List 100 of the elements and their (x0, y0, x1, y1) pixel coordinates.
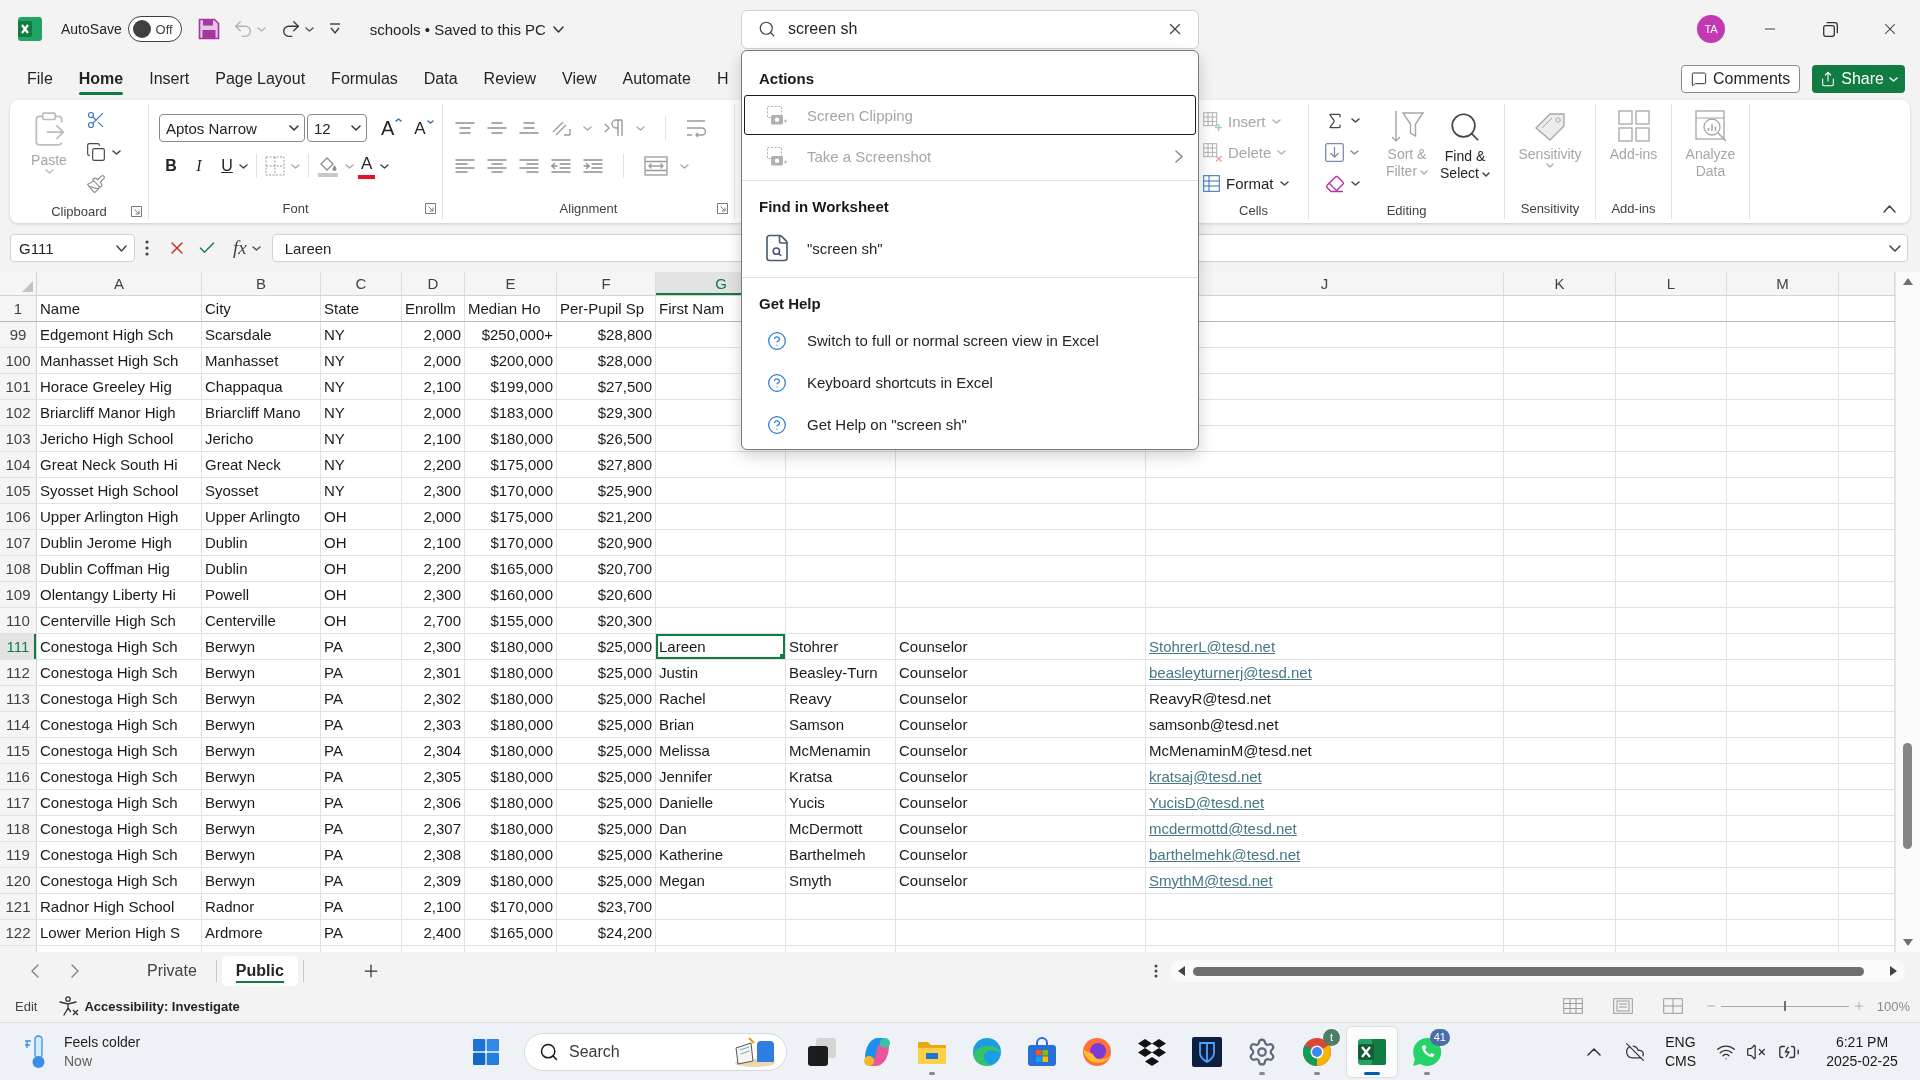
sheet-cell: OH (321, 504, 402, 529)
sheet-cell: PA (321, 660, 402, 685)
sheet-cell: Berwyn (202, 634, 321, 659)
sheet-cell: NY (321, 452, 402, 477)
sheet-cell: Katherine (656, 842, 786, 867)
sheet-cell: 2,400 (402, 920, 465, 945)
sheet-cell: $165,000 (465, 556, 557, 581)
sheet-cell: Danielle (656, 790, 786, 815)
sheet-cell: Edgemont High Sch (37, 322, 202, 347)
sheet-cell: McMenamin (786, 738, 896, 763)
sheet-cell: $25,000 (557, 790, 656, 815)
sheet-cell: ReavyR@tesd.net (1146, 686, 1504, 711)
sheet-cell: Conestoga High Sch (37, 712, 202, 737)
sheet-cell: Conestoga High Sch (37, 660, 202, 685)
sheet-cell: Horace Greeley Hig (37, 374, 202, 399)
sheet-cell: NY (321, 322, 402, 347)
sheet-cell: $175,000 (465, 504, 557, 529)
sheet-cell: State (321, 296, 402, 321)
sheet-cell: $200,000 (465, 348, 557, 373)
sheet-cell: McMenaminM@tesd.net (1146, 738, 1504, 763)
sheet-cell: $25,000 (557, 842, 656, 867)
sheet-cell: 2,100 (402, 530, 465, 555)
group-label: Cells (1239, 202, 1268, 218)
sheet-cell: Berwyn (202, 868, 321, 893)
sheet-cell: Berwyn (202, 790, 321, 815)
sheet-cell: Manhasset (202, 348, 321, 373)
sheet-cell: NY (321, 348, 402, 373)
sheet-cell: $180,000 (465, 426, 557, 451)
sheet-cell: $26,500 (557, 426, 656, 451)
sheet-cell: Counselor (896, 842, 1146, 867)
group-label: Sensitivity (1520, 200, 1580, 216)
sheet-cell: $25,000 (557, 764, 656, 789)
sheet-cell: 2,100 (402, 426, 465, 451)
sheet-cell: $180,000 (465, 816, 557, 841)
sheet-cell: Conestoga High Sch (37, 816, 202, 841)
sheet-cell: Berwyn (202, 842, 321, 867)
sheet-cell: PA (321, 868, 402, 893)
sheet-cell: $170,000 (465, 478, 557, 503)
sheet-cell: Justin (656, 660, 786, 685)
sheet-cell: Powell (202, 582, 321, 607)
sheet-cell: PA (321, 816, 402, 841)
sheet-cell: Melissa (656, 738, 786, 763)
sheet-cell: Briarcliff Mano (202, 400, 321, 425)
sheet-cell: $180,000 (465, 712, 557, 737)
sheet-cell: Conestoga High Sch (37, 738, 202, 763)
sheet-cell: NY (321, 426, 402, 451)
sheet-cell: PA (321, 764, 402, 789)
sheet-cell: NY (321, 478, 402, 503)
sheet-cell: 2,305 (402, 764, 465, 789)
sheet-cell: Stohrer (786, 634, 896, 659)
sheet-cell: Counselor (896, 660, 1146, 685)
sheet-cell: Radnor (202, 894, 321, 919)
sheet-cell: NY (321, 400, 402, 425)
sheet-cell: $170,000 (465, 894, 557, 919)
zoom-level-label: 100% (1876, 998, 1910, 1014)
sheet-cell: Dan (656, 816, 786, 841)
sheet-cell: Barthelmeh (786, 842, 896, 867)
sheet-cell: NY (321, 374, 402, 399)
sheet-cell: Berwyn (202, 712, 321, 737)
sheet-cell: $20,600 (557, 582, 656, 607)
sheet-cell: Manhasset High Sch (37, 348, 202, 373)
sheet-cell: Syosset (202, 478, 321, 503)
sheet-cell: $180,000 (465, 764, 557, 789)
sheet-cell: Counselor (896, 868, 1146, 893)
sheet-cell: $165,000 (465, 920, 557, 945)
sheet-cell: Upper Arlington High (37, 504, 202, 529)
sheet-cell: $180,000 (465, 634, 557, 659)
sheet-cell: Median Ho (465, 296, 557, 321)
sheet-cell: 2,000 (402, 400, 465, 425)
sheet-cell: 2,000 (402, 322, 465, 347)
sheet-cell: 2,306 (402, 790, 465, 815)
sheet-cell: Berwyn (202, 686, 321, 711)
sheet-cell: $21,200 (557, 504, 656, 529)
sheet-cell: $25,000 (557, 738, 656, 763)
sheet-cell: 2,200 (402, 556, 465, 581)
notification-badge: 41 (1429, 1028, 1450, 1046)
sheet-cell: Briarcliff Manor High (37, 400, 202, 425)
sheet-cell: Counselor (896, 764, 1146, 789)
sheet-cell: $175,000 (465, 452, 557, 477)
sheet-cell: $25,900 (557, 478, 656, 503)
sheet-cell: PA (321, 634, 402, 659)
sheet-cell: McDermott (786, 816, 896, 841)
sheet-cell: 2,300 (402, 582, 465, 607)
section-heading: Get Help (758, 293, 822, 314)
sheet-cell: 2,700 (402, 608, 465, 633)
sheet-cell: 2,301 (402, 660, 465, 685)
sheet-cell: Olentangy Liberty Hi (37, 582, 202, 607)
sheet-cell: $29,300 (557, 400, 656, 425)
sheet-cell: OH (321, 530, 402, 555)
sheet-cell: Conestoga High Sch (37, 764, 202, 789)
sheet-cell: 2,300 (402, 634, 465, 659)
sheet-cell: PA (321, 686, 402, 711)
sheet-cell: Counselor (896, 686, 1146, 711)
sheet-cell: PA (321, 842, 402, 867)
group-label: Add-ins (1611, 200, 1656, 216)
sheet-cell-text: First Nam (658, 299, 725, 319)
sheet-cell: $20,900 (557, 530, 656, 555)
sheet-cell: $25,000 (557, 660, 656, 685)
sheet-cell: Chappaqua (202, 374, 321, 399)
sheet-cell: Megan (656, 868, 786, 893)
